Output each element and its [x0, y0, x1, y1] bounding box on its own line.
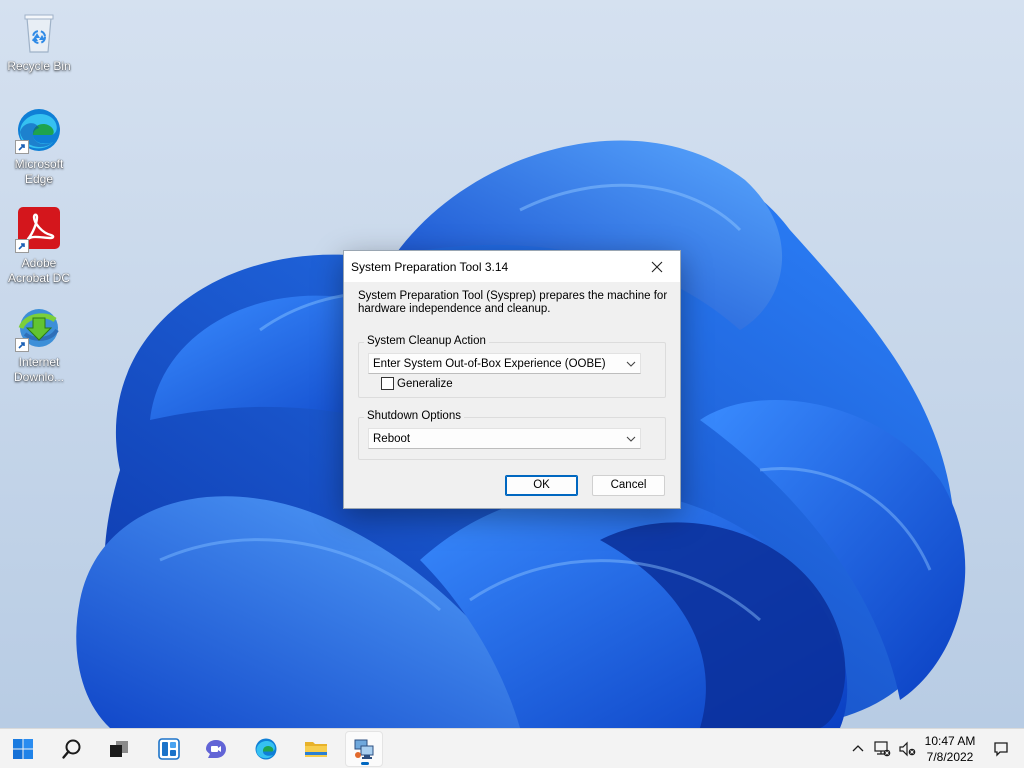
- shortcut-arrow-icon: [15, 239, 29, 253]
- chevron-up-icon: [852, 745, 864, 752]
- desktop-icon-label: Recycle Bin: [7, 59, 71, 73]
- clock-date: 7/8/2022: [926, 750, 974, 764]
- shutdown-options-select[interactable]: Reboot: [368, 428, 641, 449]
- edge-icon: [255, 738, 277, 760]
- start-icon: [13, 739, 33, 759]
- shutdown-options-legend: Shutdown Options: [364, 410, 464, 422]
- network-icon: [874, 741, 891, 757]
- shutdown-options-group: Shutdown Options Reboot: [358, 410, 666, 460]
- desktop-icon-label: Internet Downlo...: [13, 355, 65, 384]
- shortcut-arrow-icon: [15, 338, 29, 352]
- desktop-icon-internet-download-manager[interactable]: Internet Downlo...: [1, 304, 77, 385]
- close-icon: [651, 261, 663, 272]
- chevron-down-icon: [626, 436, 636, 442]
- search-button[interactable]: [53, 731, 91, 767]
- generalize-option[interactable]: Generalize: [381, 377, 453, 390]
- desktop-icon-adobe-acrobat[interactable]: Adobe Acrobat DC: [1, 205, 77, 286]
- dialog-description: System Preparation Tool (Sysprep) prepar…: [358, 290, 668, 315]
- desktop-icon-label: Adobe Acrobat DC: [7, 256, 71, 285]
- file-explorer-button[interactable]: [297, 731, 335, 767]
- chevron-down-icon: [626, 361, 636, 367]
- start-button[interactable]: [4, 731, 42, 767]
- volume-muted-icon: [899, 741, 916, 757]
- cleanup-action-legend: System Cleanup Action: [364, 335, 489, 347]
- task-view-button[interactable]: [100, 731, 138, 767]
- task-view-icon: [110, 741, 128, 757]
- generalize-checkbox[interactable]: [381, 377, 394, 390]
- shutdown-options-value: Reboot: [373, 433, 411, 445]
- dialog-title: System Preparation Tool 3.14: [351, 260, 509, 274]
- desktop-icon-recycle-bin[interactable]: Recycle Bin: [1, 8, 77, 74]
- taskbar-clock[interactable]: 10:47 AM 7/8/2022: [920, 733, 980, 765]
- sysprep-icon: [354, 739, 374, 759]
- volume-button[interactable]: [899, 740, 917, 758]
- sysprep-dialog: System Preparation Tool 3.14 System Prep…: [343, 250, 681, 509]
- close-button[interactable]: [634, 251, 680, 282]
- cleanup-action-group: System Cleanup Action Enter System Out-o…: [358, 335, 666, 398]
- recycle-bin-icon: [24, 14, 54, 53]
- generalize-label: Generalize: [397, 377, 453, 390]
- clock-time: 10:47 AM: [924, 734, 976, 748]
- widgets-button[interactable]: [150, 731, 188, 767]
- network-status-button[interactable]: [873, 740, 891, 758]
- chat-button[interactable]: [197, 731, 235, 767]
- shortcut-arrow-icon: [15, 140, 29, 154]
- cleanup-action-value: Enter System Out-of-Box Experience (OOBE…: [373, 358, 606, 370]
- cleanup-action-select[interactable]: Enter System Out-of-Box Experience (OOBE…: [368, 353, 641, 374]
- ok-button[interactable]: OK: [505, 475, 578, 496]
- taskbar: 10:47 AM 7/8/2022: [0, 728, 1024, 768]
- cancel-button[interactable]: Cancel: [592, 475, 665, 496]
- show-hidden-icons-button[interactable]: [849, 740, 867, 758]
- running-indicator: [361, 762, 369, 765]
- sysprep-taskbar-button[interactable]: [345, 731, 383, 767]
- widgets-icon: [158, 738, 180, 760]
- notifications-button[interactable]: [992, 740, 1010, 758]
- file-explorer-icon: [305, 742, 327, 757]
- desktop-icon-microsoft-edge[interactable]: Microsoft Edge: [1, 106, 77, 187]
- search-icon: [62, 739, 81, 759]
- notification-icon: [994, 742, 1008, 757]
- desktop-icon-label: Microsoft Edge: [14, 157, 64, 186]
- chat-icon: [206, 740, 226, 758]
- dialog-titlebar[interactable]: System Preparation Tool 3.14: [344, 251, 680, 282]
- taskbar-edge-button[interactable]: [247, 731, 285, 767]
